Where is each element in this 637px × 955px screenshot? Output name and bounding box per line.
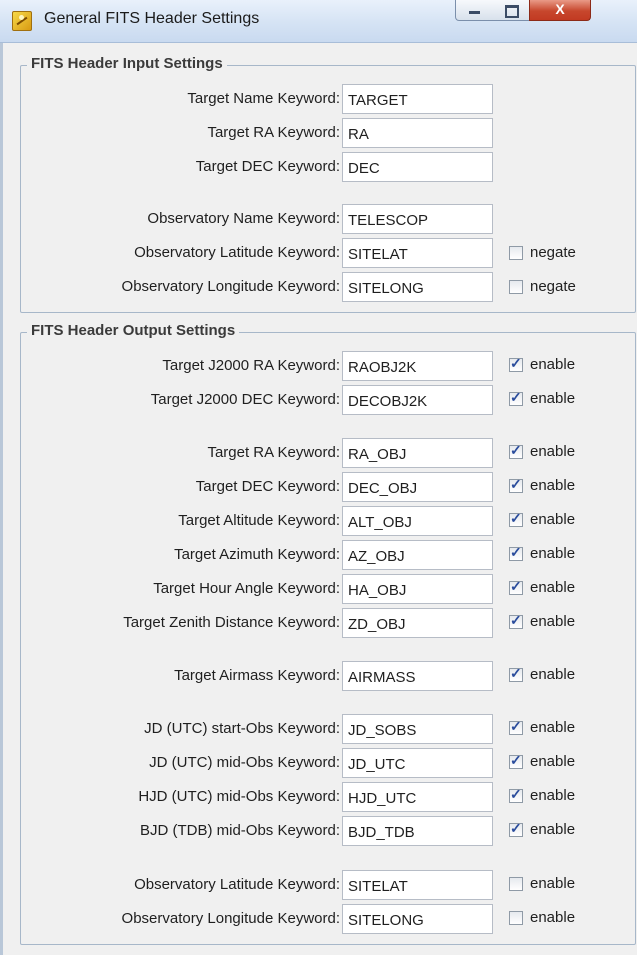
j2000-dec-input[interactable] (342, 385, 493, 415)
checkbox-label: enable (530, 787, 576, 804)
minimize-button[interactable] (455, 0, 495, 21)
target-ra-out-input[interactable] (342, 438, 493, 468)
target-ra-label: Target RA Keyword: (207, 124, 340, 141)
window-title: General FITS Header Settings (44, 10, 260, 27)
j2000-ra-input[interactable] (342, 351, 493, 381)
checkbox-box[interactable] (509, 718, 523, 735)
checkbox-label: enable (530, 443, 576, 460)
checkbox-box[interactable] (509, 877, 523, 891)
checkbox-box[interactable] (509, 578, 523, 595)
checkbox-label: enable (530, 666, 576, 683)
telescope-app-icon (12, 11, 32, 31)
target-dec-out-label: Target DEC Keyword: (195, 478, 340, 495)
checkbox-box[interactable] (509, 389, 523, 406)
jd-mid-obs-input[interactable] (342, 748, 493, 778)
checkbox-label: negate (530, 244, 576, 261)
maximize-button[interactable] (493, 0, 530, 21)
observatory-latitude-out-label: Observatory Latitude Keyword: (134, 876, 340, 893)
output-settings-title: FITS Header Output Settings (27, 322, 240, 339)
checkbox-box[interactable] (509, 820, 523, 837)
observatory-longitude-out-input[interactable] (342, 904, 493, 934)
target-airmass-label: Target Airmass Keyword: (174, 667, 340, 684)
target-hour-angle-input[interactable] (342, 574, 493, 604)
target-ra-out-label: Target RA Keyword: (207, 444, 340, 461)
checkbox-box[interactable] (509, 544, 523, 561)
observatory-latitude-label: Observatory Latitude Keyword: (134, 244, 340, 261)
jd-start-obs-label: JD (UTC) start-Obs Keyword: (144, 720, 340, 737)
bjd-mid-obs-label: BJD (TDB) mid-Obs Keyword: (139, 822, 340, 839)
target-altitude-input[interactable] (342, 506, 493, 536)
observatory-name-input[interactable] (342, 204, 493, 234)
maximize-icon (505, 5, 519, 18)
checkbox-label: enable (530, 821, 576, 838)
observatory-latitude-input[interactable] (342, 238, 493, 268)
observatory-name-label: Observatory Name Keyword: (147, 210, 340, 227)
j2000-ra-label: Target J2000 RA Keyword: (162, 357, 340, 374)
target-zenith-distance-label: Target Zenith Distance Keyword: (123, 614, 340, 631)
checkbox-box[interactable] (509, 786, 523, 803)
observatory-longitude-input[interactable] (342, 272, 493, 302)
target-name-input[interactable] (342, 84, 493, 114)
checkbox-box[interactable] (509, 280, 523, 294)
target-altitude-label: Target Altitude Keyword: (178, 512, 340, 529)
checkbox-label: enable (530, 909, 576, 926)
checkbox-label: enable (530, 511, 576, 528)
close-icon: X (555, 1, 565, 17)
target-name-label: Target Name Keyword: (187, 90, 340, 107)
checkbox-label: enable (530, 613, 576, 630)
observatory-latitude-out-input[interactable] (342, 870, 493, 900)
checkbox-box[interactable] (509, 246, 523, 260)
checkbox-box[interactable] (509, 665, 523, 682)
checkbox-box[interactable] (509, 442, 523, 459)
window-left-edge (0, 42, 3, 955)
output-settings-group: FITS Header Output Settings (20, 322, 636, 945)
checkbox-box[interactable] (509, 476, 523, 493)
checkbox-label: negate (530, 278, 576, 295)
target-azimuth-input[interactable] (342, 540, 493, 570)
target-dec-label: Target DEC Keyword: (195, 158, 340, 175)
checkbox-box[interactable] (509, 911, 523, 925)
input-settings-title: FITS Header Input Settings (27, 55, 227, 72)
checkbox-label: enable (530, 875, 576, 892)
target-zenith-distance-input[interactable] (342, 608, 493, 638)
checkbox-label: enable (530, 753, 576, 770)
checkbox-label: enable (530, 719, 576, 736)
observatory-longitude-out-label: Observatory Longitude Keyword: (121, 910, 340, 927)
jd-mid-obs-label: JD (UTC) mid-Obs Keyword: (149, 754, 340, 771)
checkbox-label: enable (530, 477, 576, 494)
checkbox-box[interactable] (509, 752, 523, 769)
checkbox-box[interactable] (509, 355, 523, 372)
target-dec-input[interactable] (342, 152, 493, 182)
target-ra-input[interactable] (342, 118, 493, 148)
j2000-dec-label: Target J2000 DEC Keyword: (150, 391, 340, 408)
hjd-mid-obs-input[interactable] (342, 782, 493, 812)
checkbox-label: enable (530, 545, 576, 562)
close-button[interactable]: X (529, 0, 591, 21)
target-azimuth-label: Target Azimuth Keyword: (174, 546, 340, 563)
jd-start-obs-input[interactable] (342, 714, 493, 744)
hjd-mid-obs-label: HJD (UTC) mid-Obs Keyword: (138, 788, 340, 805)
observatory-longitude-label: Observatory Longitude Keyword: (121, 278, 340, 295)
checkbox-label: enable (530, 390, 576, 407)
checkbox-label: enable (530, 579, 576, 596)
title-bar[interactable]: General FITS Header Settings X (0, 0, 637, 43)
target-hour-angle-label: Target Hour Angle Keyword: (153, 580, 340, 597)
checkbox-box[interactable] (509, 612, 523, 629)
minimize-icon (469, 11, 480, 14)
target-airmass-input[interactable] (342, 661, 493, 691)
bjd-mid-obs-input[interactable] (342, 816, 493, 846)
target-dec-out-input[interactable] (342, 472, 493, 502)
checkbox-box[interactable] (509, 510, 523, 527)
checkbox-label: enable (530, 356, 576, 373)
